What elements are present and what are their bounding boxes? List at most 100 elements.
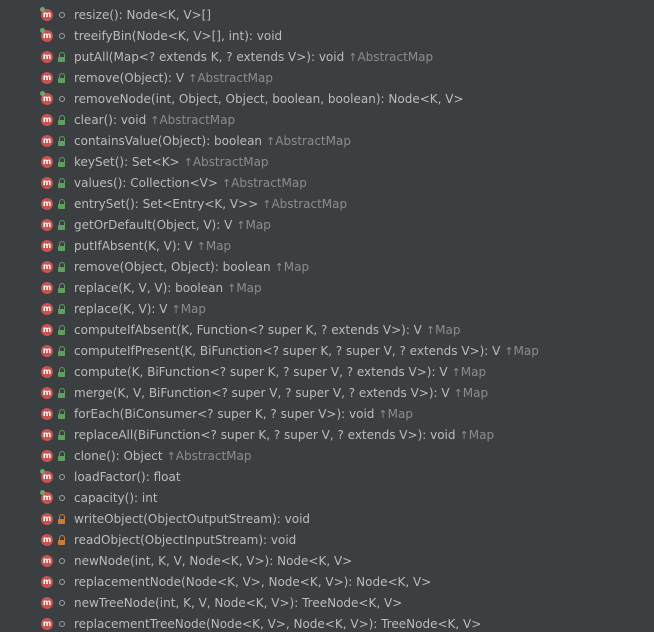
tree-row[interactable]: m readObject(ObjectInputStream): void <box>0 530 654 551</box>
signature-text: replacementTreeNode(Node<K, V>, Node<K, … <box>74 617 482 631</box>
tree-row[interactable]: m merge(K, V, BiFunction<? super V, ? sup… <box>0 383 654 404</box>
method-signature: entrySet(): Set<Entry<K, V>> ↑AbstractMap <box>74 196 347 213</box>
up-arrow-icon: ↑ <box>183 156 193 169</box>
tree-row[interactable]: m putIfAbsent(K, V): V ↑Map <box>0 236 654 257</box>
method-signature: values(): Collection<V> ↑AbstractMap <box>74 175 307 192</box>
method-icon: m <box>41 387 53 399</box>
method-signature: readObject(ObjectInputStream): void <box>74 532 296 548</box>
signature-text: treeifyBin(Node<K, V>[], int): void <box>74 29 283 43</box>
method-icon: m <box>41 156 53 168</box>
signature-text: newNode(int, K, V, Node<K, V>): Node<K, … <box>74 554 353 568</box>
tree-row[interactable]: m entrySet(): Set<Entry<K, V>> ↑AbstractMa… <box>0 194 654 215</box>
tree-row[interactable]: m remove(Object): V ↑AbstractMap <box>0 68 654 89</box>
signature-text: values(): Collection<V> <box>74 176 218 190</box>
signature-text: merge(K, V, BiFunction<? super V, ? supe… <box>74 386 450 400</box>
inherited-from-label: Map <box>245 218 271 232</box>
private-dot-icon <box>57 619 67 630</box>
method-icon: m <box>41 597 53 609</box>
tree-row[interactable]: m clone(): Object ↑AbstractMap <box>0 446 654 467</box>
tree-row[interactable]: m replaceAll(BiFunction<? super K, ? supe… <box>0 425 654 446</box>
inherited-from-label: Map <box>462 386 489 400</box>
tree-row[interactable]: m clear(): void ↑AbstractMap <box>0 110 654 131</box>
method-icon: m <box>40 469 53 483</box>
tree-row[interactable]: m replace(K, V, V): boolean ↑Map <box>0 278 654 299</box>
signature-text: replace(K, V, V): boolean <box>74 281 224 295</box>
inherited-from-label: Map <box>180 302 207 316</box>
method-icon: m <box>41 324 53 336</box>
tree-row[interactable]: m writeObject(ObjectOutputStream): void <box>0 509 654 530</box>
up-arrow-icon: ↑ <box>451 366 461 379</box>
method-icon: m <box>40 28 53 42</box>
public-lock-icon <box>57 136 67 147</box>
override-badge-icon <box>40 7 45 12</box>
method-icon: m <box>41 534 53 546</box>
method-icon: m <box>41 114 53 126</box>
inherited-from-label: Map <box>513 344 539 358</box>
signature-text: keySet(): Set<K> <box>74 155 180 169</box>
method-icon: m <box>41 261 53 273</box>
tree-row[interactable]: m compute(K, BiFunction<? super K, ? supe… <box>0 362 654 383</box>
inherited-from-label: AbstractMap <box>159 113 236 127</box>
method-icon: m <box>41 366 53 378</box>
up-arrow-icon: ↑ <box>196 240 206 253</box>
tree-row[interactable]: m newTreeNode(int, K, V, Node<K, V>): Tre… <box>0 593 654 614</box>
method-icon: m <box>41 408 53 420</box>
tree-row[interactable]: m removeNode(int, Object, Object, boolean… <box>0 89 654 110</box>
tree-row[interactable]: m remove(Object, Object): boolean ↑Map <box>0 257 654 278</box>
method-signature: containsValue(Object): boolean ↑AbstractM… <box>74 133 351 150</box>
method-icon: m <box>41 555 53 567</box>
tree-row[interactable]: m computeIfPresent(K, BiFunction<? super … <box>0 341 654 362</box>
public-lock-icon <box>57 157 67 168</box>
signature-text: resize(): Node<K, V>[] <box>74 8 212 22</box>
signature-text: computeIfPresent(K, BiFunction<? super K… <box>74 344 501 358</box>
public-lock-icon <box>57 283 67 294</box>
public-lock-icon <box>57 304 67 315</box>
signature-text: remove(Object, Object): boolean <box>74 260 271 274</box>
inherited-from-label: Map <box>236 281 262 295</box>
private-dot-icon <box>57 577 67 588</box>
method-signature: getOrDefault(Object, V): V ↑Map <box>74 217 271 234</box>
tree-row[interactable]: m newNode(int, K, V, Node<K, V>): Node<K,… <box>0 551 654 572</box>
tree-row[interactable]: m getOrDefault(Object, V): V ↑Map <box>0 215 654 236</box>
tree-row[interactable]: m forEach(BiConsumer<? super K, ? super V… <box>0 404 654 425</box>
inherited-from-label: Map <box>205 239 232 253</box>
inherited-from-label: AbstractMap <box>192 155 269 169</box>
override-badge-icon <box>40 91 45 96</box>
method-icon: m <box>41 450 53 462</box>
tree-row[interactable]: m computeIfAbsent(K, Function<? super K, … <box>0 320 654 341</box>
tree-row[interactable]: m putAll(Map<? extends K, ? extends V>): … <box>0 47 654 68</box>
tree-row[interactable]: m containsValue(Object): boolean ↑Abstract… <box>0 131 654 152</box>
up-arrow-icon: ↑ <box>274 261 284 274</box>
inherited-from-label: AbstractMap <box>271 197 348 211</box>
tree-row[interactable]: m resize(): Node<K, V>[] <box>0 5 654 26</box>
private-dot-icon <box>57 10 67 21</box>
method-signature: replace(K, V): V ↑Map <box>74 301 206 318</box>
method-signature: forEach(BiConsumer<? super K, ? super V>… <box>74 406 413 423</box>
method-signature: remove(Object): V ↑AbstractMap <box>74 70 273 87</box>
public-lock-icon <box>57 367 67 378</box>
method-icon: m <box>41 198 53 210</box>
method-icon: m <box>41 282 53 294</box>
method-icon: m <box>41 219 53 231</box>
public-lock-icon <box>57 409 67 420</box>
up-arrow-icon: ↑ <box>453 387 463 400</box>
signature-text: clear(): void <box>74 113 147 127</box>
signature-text: containsValue(Object): boolean <box>74 134 263 148</box>
method-signature: clone(): Object ↑AbstractMap <box>74 448 252 465</box>
tree-row[interactable]: m loadFactor(): float <box>0 467 654 488</box>
tree-row[interactable]: m keySet(): Set<K> ↑AbstractMap <box>0 152 654 173</box>
signature-text: compute(K, BiFunction<? super K, ? super… <box>74 365 448 379</box>
method-icon: m <box>40 91 53 105</box>
tree-row[interactable]: m treeifyBin(Node<K, V>[], int): void <box>0 26 654 47</box>
method-signature: remove(Object, Object): boolean ↑Map <box>74 259 309 276</box>
tree-row[interactable]: m values(): Collection<V> ↑AbstractMap <box>0 173 654 194</box>
method-icon: m <box>41 177 53 189</box>
tree-row[interactable]: m replace(K, V): V ↑Map <box>0 299 654 320</box>
structure-tree: m resize(): Node<K, V>[] m treeifyBin(Node<… <box>0 0 654 632</box>
tree-row[interactable]: m capacity(): int <box>0 488 654 509</box>
method-signature: keySet(): Set<K> ↑AbstractMap <box>74 154 269 171</box>
signature-text: computeIfAbsent(K, Function<? super K, ?… <box>74 323 422 337</box>
tree-row[interactable]: m replacementNode(Node<K, V>, Node<K, V>)… <box>0 572 654 593</box>
inherited-from-label: Map <box>468 428 495 442</box>
tree-row[interactable]: m replacementTreeNode(Node<K, V>, Node<K,… <box>0 614 654 632</box>
